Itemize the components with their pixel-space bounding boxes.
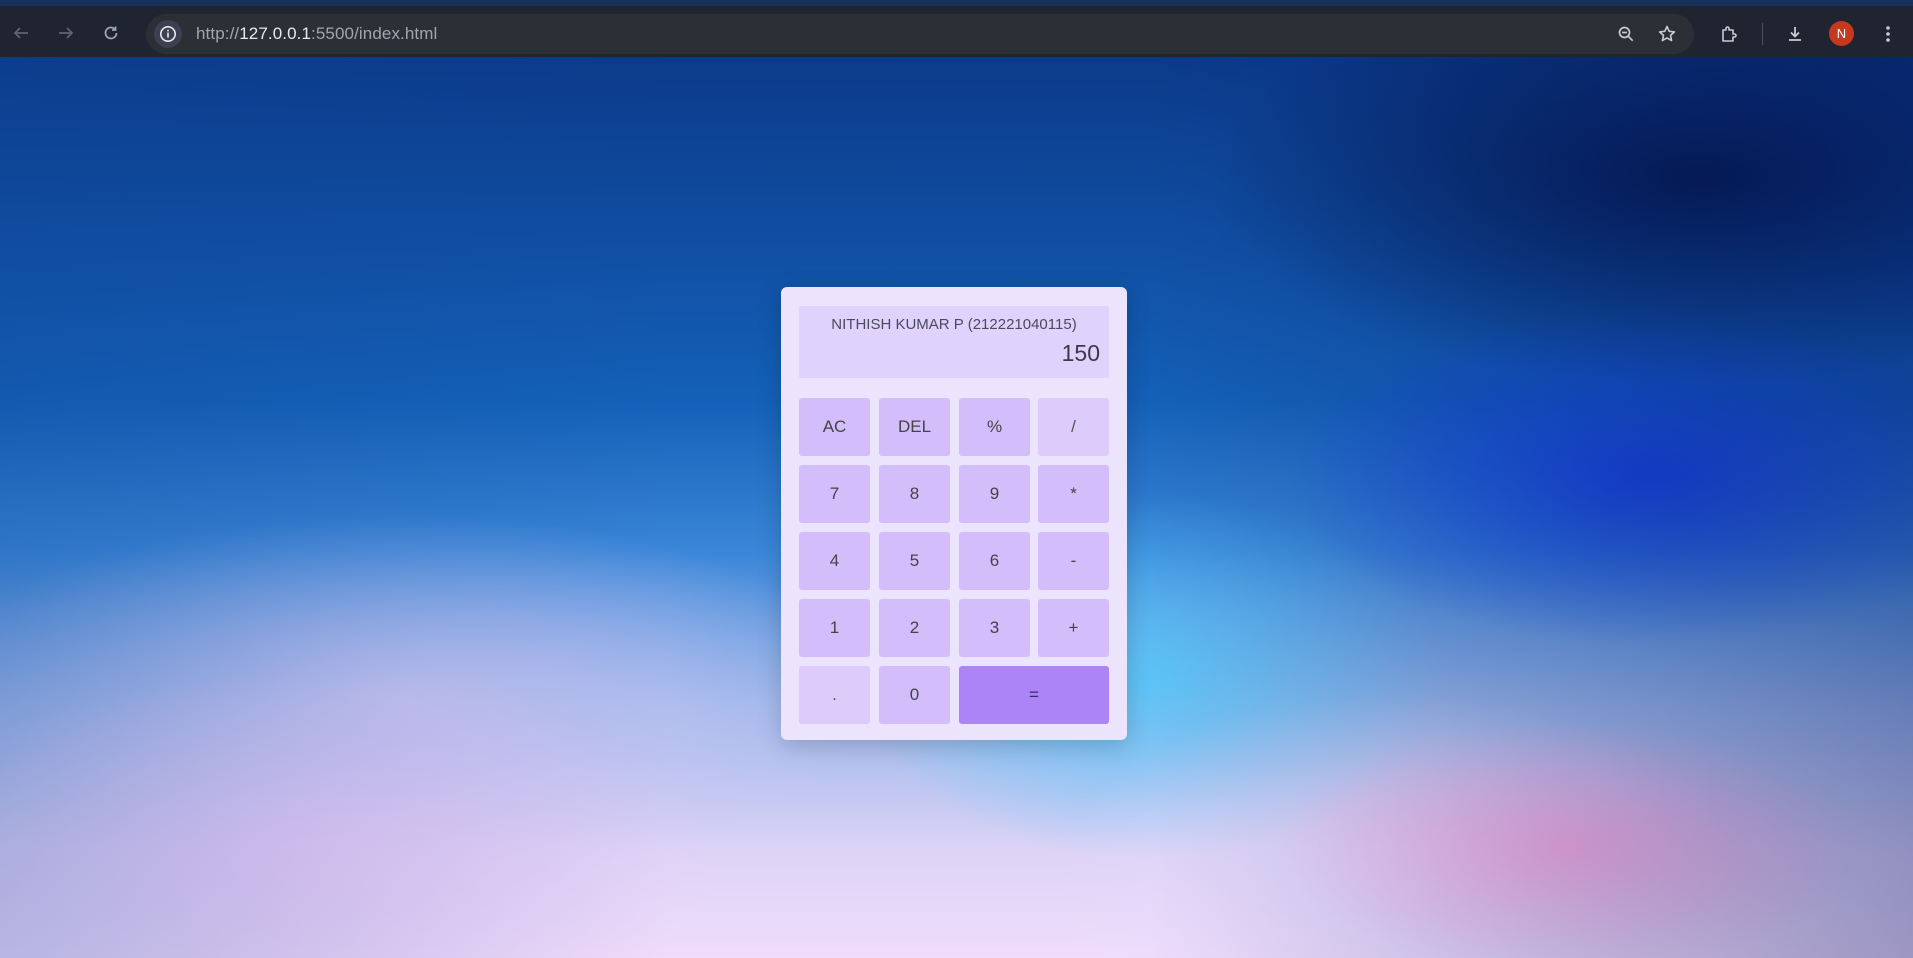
ac-button[interactable]: AC	[799, 398, 870, 456]
six-button[interactable]: 6	[959, 532, 1030, 590]
seven-button[interactable]: 7	[799, 465, 870, 523]
minus-button[interactable]: -	[1038, 532, 1109, 590]
calculator: NITHISH KUMAR P (212221040115) 150 AC DE…	[781, 287, 1127, 740]
star-icon[interactable]	[1653, 20, 1681, 48]
url-path: :5500/index.html	[311, 24, 438, 43]
student-name-label: NITHISH KUMAR P (212221040115)	[831, 316, 1077, 333]
display-value: 150	[1061, 340, 1100, 366]
url-prefix: http://	[196, 24, 240, 43]
kebab-menu-icon[interactable]	[1873, 19, 1903, 49]
info-icon[interactable]	[154, 20, 182, 48]
avatar[interactable]: N	[1829, 21, 1854, 46]
zoom-icon[interactable]	[1612, 20, 1640, 48]
eight-button[interactable]: 8	[879, 465, 950, 523]
percent-button[interactable]: %	[959, 398, 1030, 456]
url-text[interactable]: http://127.0.0.1:5500/index.html	[196, 24, 437, 44]
two-button[interactable]: 2	[879, 599, 950, 657]
reload-icon[interactable]	[96, 18, 126, 48]
back-arrow-icon[interactable]	[6, 18, 36, 48]
one-button[interactable]: 1	[799, 599, 870, 657]
toolbar-divider	[1762, 23, 1763, 45]
decimal-button[interactable]: .	[799, 666, 870, 724]
four-button[interactable]: 4	[799, 532, 870, 590]
equals-button[interactable]: =	[959, 666, 1109, 724]
calculator-display: NITHISH KUMAR P (212221040115) 150	[799, 306, 1109, 378]
browser-toolbar: http://127.0.0.1:5500/index.html N	[0, 0, 1913, 57]
three-button[interactable]: 3	[959, 599, 1030, 657]
multiply-button[interactable]: *	[1038, 465, 1109, 523]
address-bar[interactable]: http://127.0.0.1:5500/index.html	[146, 14, 1694, 54]
zero-button[interactable]: 0	[879, 666, 950, 724]
url-host: 127.0.0.1	[239, 24, 312, 43]
del-button[interactable]: DEL	[879, 398, 950, 456]
nine-button[interactable]: 9	[959, 465, 1030, 523]
plus-button[interactable]: +	[1038, 599, 1109, 657]
divide-button[interactable]: /	[1038, 398, 1109, 456]
forward-arrow-icon[interactable]	[51, 18, 81, 48]
download-icon[interactable]	[1780, 19, 1810, 49]
five-button[interactable]: 5	[879, 532, 950, 590]
extensions-icon[interactable]	[1714, 19, 1744, 49]
